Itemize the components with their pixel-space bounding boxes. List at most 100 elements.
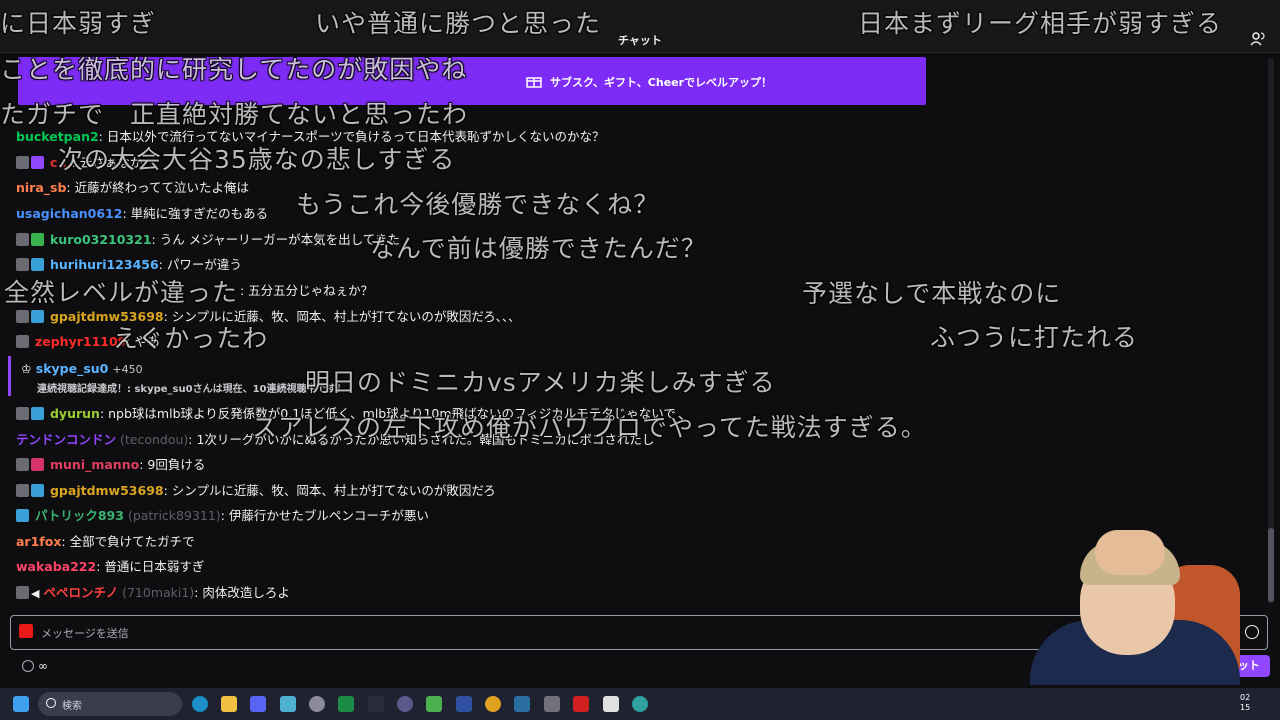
chat-username[interactable]: hurihuri123456 bbox=[50, 257, 159, 272]
chat-username[interactable]: nira_sb bbox=[16, 180, 66, 195]
folder-icon[interactable] bbox=[221, 696, 237, 712]
chat-text: : うん メジャーリーガーが本気を出してきた bbox=[151, 232, 400, 247]
chat-message: gpajtdmw53698: シンプルに近藤、牧、岡本、村上が打てないのが敗因だ… bbox=[16, 308, 521, 326]
chat-header: チャット bbox=[0, 0, 1280, 53]
chat-text: : 云さぁなか bbox=[71, 155, 143, 170]
chrome-icon[interactable] bbox=[485, 696, 501, 712]
badge-icon[interactable] bbox=[16, 233, 29, 246]
edge-icon[interactable] bbox=[192, 696, 208, 712]
chat-username[interactable]: パトリック893 bbox=[35, 508, 124, 523]
globe-icon[interactable] bbox=[632, 696, 648, 712]
badge-icon[interactable] bbox=[16, 258, 29, 271]
webcam-overlay bbox=[1010, 525, 1265, 685]
notes-icon[interactable] bbox=[280, 696, 296, 712]
tool-icon[interactable] bbox=[544, 696, 560, 712]
chat-text: : パワーが違う bbox=[158, 257, 242, 272]
app-icon[interactable] bbox=[397, 696, 413, 712]
points-icon bbox=[22, 660, 34, 672]
chat-scrollbar[interactable] bbox=[1268, 58, 1274, 604]
mute-icon: ◀ bbox=[31, 587, 40, 600]
sub-notice-header: ♔ skype_su0 +450 bbox=[21, 361, 143, 376]
chat-text: : 全部で負けてたガチで bbox=[61, 534, 195, 549]
chat-text: : 近藤が終わってて泣いたよ俺は bbox=[66, 180, 249, 195]
chat-text: : 伊藤行かせたブルペンコーチが悪い bbox=[220, 508, 429, 523]
gift-icon bbox=[526, 77, 542, 88]
chat-username[interactable]: dyurun bbox=[50, 406, 100, 421]
badge-icon[interactable] bbox=[31, 310, 44, 323]
chat-username[interactable]: kuro03210321 bbox=[50, 232, 152, 247]
chat-message: bucketpan2: 日本以外で流行ってないマイナースポーツで負けるって日本代… bbox=[16, 128, 604, 146]
chat-message: c...: 云さぁなか bbox=[16, 154, 142, 172]
chat-username[interactable]: gpajtdmw53698 bbox=[50, 483, 164, 498]
obs-icon[interactable] bbox=[309, 696, 325, 712]
discord-icon[interactable] bbox=[250, 696, 266, 712]
badge-icon[interactable] bbox=[31, 407, 44, 420]
start-icon[interactable] bbox=[13, 696, 29, 712]
chat-username[interactable]: c... bbox=[50, 155, 72, 170]
capcut-icon[interactable] bbox=[603, 696, 619, 712]
search-icon bbox=[46, 698, 56, 708]
chat-username[interactable]: bucketpan2 bbox=[16, 129, 99, 144]
badge-icon[interactable] bbox=[16, 335, 29, 348]
chat-text: : npb球はmlb球より反発係数が0.1ほど低く、mlb球より10m飛ばないの… bbox=[99, 406, 676, 421]
chat-text: : やあ bbox=[126, 334, 160, 349]
badge-icon[interactable] bbox=[16, 484, 29, 497]
banner-label: サブスク、ギフト、Cheerでレベルアップ！ bbox=[550, 76, 773, 89]
taskbar-clock[interactable]: 02 15 bbox=[1240, 693, 1250, 713]
chat-text: : 五分五分じゃねぇか？ bbox=[240, 283, 374, 298]
badge-icon[interactable] bbox=[16, 407, 29, 420]
badge-icon[interactable] bbox=[31, 484, 44, 497]
chat-username[interactable]: テンドンコンドン bbox=[16, 432, 116, 447]
scroll-thumb[interactable] bbox=[1268, 528, 1274, 602]
crown-icon: ♔ bbox=[21, 362, 32, 376]
x-icon[interactable] bbox=[368, 696, 384, 712]
chat-text: : シンプルに近藤、牧、岡本、村上が打てないのが敗因だろ、、、 bbox=[163, 309, 521, 324]
chat-message: パトリック893 (patrick89311): 伊藤行かせたブルペンコーチが悪… bbox=[16, 507, 429, 525]
badge-icon[interactable] bbox=[16, 509, 29, 522]
sub-notice: ♔ skype_su0 +450 連続視聴記録達成！: skype_su0さんは… bbox=[8, 356, 451, 396]
badge-icon[interactable] bbox=[16, 586, 29, 599]
chat-text: : 肉体改造しろよ bbox=[194, 585, 290, 600]
points-badge: +450 bbox=[112, 363, 143, 376]
subscription-banner[interactable]: サブスク、ギフト、Cheerでレベルアップ！ bbox=[18, 57, 926, 105]
pdf-icon[interactable] bbox=[573, 696, 589, 712]
excel-icon[interactable] bbox=[338, 696, 354, 712]
chat-username[interactable]: muni_manno bbox=[50, 457, 139, 472]
chat-username[interactable]: ar1fox bbox=[16, 534, 61, 549]
points-value: ∞ bbox=[38, 659, 48, 673]
chat-text: : シンプルに近藤、牧、岡本、村上が打てないのが敗因だろ bbox=[163, 483, 496, 498]
chat-username[interactable]: gpajtdmw53698 bbox=[50, 309, 164, 324]
badge-icon[interactable] bbox=[16, 156, 29, 169]
chat-username[interactable]: zephyr11109 bbox=[35, 334, 126, 349]
chat-text: : 普通に日本弱すぎ bbox=[96, 559, 205, 574]
chat-message: zephyr11109: やあ bbox=[16, 333, 160, 351]
video-icon[interactable] bbox=[19, 624, 33, 638]
drive-icon[interactable] bbox=[426, 696, 442, 712]
chat-login: (patrick89311) bbox=[127, 508, 221, 523]
badge-icon[interactable] bbox=[31, 258, 44, 271]
steam-icon[interactable] bbox=[514, 696, 530, 712]
taskbar-search[interactable]: 検索 bbox=[38, 692, 182, 716]
users-icon[interactable] bbox=[1250, 31, 1266, 47]
chat-username[interactable]: usagichan0612 bbox=[16, 206, 122, 221]
chat-username[interactable]: wakaba222 bbox=[16, 559, 96, 574]
chat-username[interactable]: skype_su0 bbox=[36, 361, 109, 376]
channel-points[interactable]: ∞ bbox=[22, 659, 48, 673]
chat-message: ar1fox: 全部で負けてたガチで bbox=[16, 533, 195, 551]
window-icon[interactable] bbox=[456, 696, 472, 712]
chat-message: usagichan0612: 単純に強すぎだのもある bbox=[16, 205, 268, 223]
chat-message: muni_manno: 9回負ける bbox=[16, 456, 205, 474]
chat-message: : 五分五分じゃねぇか？ bbox=[240, 282, 373, 300]
chat-message: gpajtdmw53698: シンプルに近藤、牧、岡本、村上が打てないのが敗因だ… bbox=[16, 482, 496, 500]
search-label: 検索 bbox=[62, 701, 82, 712]
badge-icon[interactable] bbox=[31, 156, 44, 169]
chat-message: nira_sb: 近藤が終わってて泣いたよ俺は bbox=[16, 179, 249, 197]
chat-text: : 日本以外で流行ってないマイナースポーツで負けるって日本代表恥ずかしくないのか… bbox=[98, 129, 605, 144]
badge-icon[interactable] bbox=[31, 233, 44, 246]
badge-icon[interactable] bbox=[16, 458, 29, 471]
badge-icon[interactable] bbox=[16, 310, 29, 323]
chat-username[interactable]: ペペロンチノ bbox=[43, 585, 118, 600]
sub-notice-text: 連続視聴記録達成！: skype_su0さんは現在、10連続視聴中です！ bbox=[37, 384, 347, 395]
badge-icon[interactable] bbox=[31, 458, 44, 471]
chat-message: hurihuri123456: パワーが違う bbox=[16, 256, 242, 274]
